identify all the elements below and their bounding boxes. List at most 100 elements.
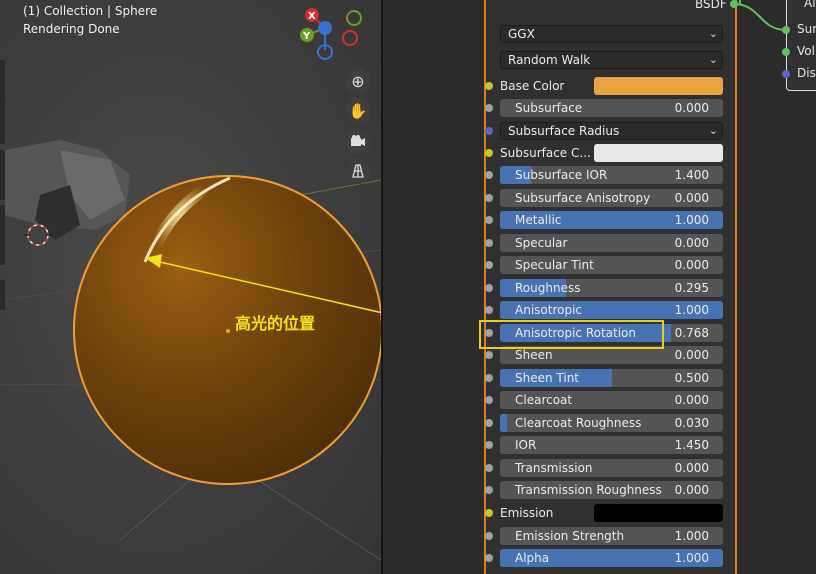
camera-icon [351, 135, 365, 146]
subsurface-label: Subsurface [515, 101, 583, 115]
roughness-socket[interactable] [485, 284, 493, 292]
z-axis-handle [318, 21, 332, 35]
specular-tint-label: Specular Tint [515, 258, 594, 272]
anisotropic-rotation-value: 0.768 [674, 326, 709, 340]
highlight-box [479, 320, 664, 349]
anisotropic-slider[interactable]: Anisotropic 1.000 [500, 301, 723, 319]
camera-view-button[interactable] [345, 128, 371, 154]
ior-socket[interactable] [485, 441, 493, 449]
clearcoat-socket[interactable] [485, 396, 493, 404]
distribution-dropdown[interactable]: GGX ⌄ [500, 25, 723, 43]
subsurface-slider[interactable]: Subsurface 0.000 [500, 99, 723, 117]
chevron-down-icon: ⌄ [708, 124, 718, 137]
subsurface-method-value: Random Walk [508, 53, 591, 67]
specular-slider[interactable]: Specular 0.000 [500, 234, 723, 252]
hand-icon: ✋ [348, 102, 368, 120]
zoom-button[interactable]: ⊕ [345, 68, 371, 94]
subsurface-color-label: Subsurface C... [500, 146, 591, 160]
bsdf-output-socket[interactable] [730, 0, 738, 8]
zoom-icon: ⊕ [351, 71, 365, 91]
metallic-value: 1.000 [674, 213, 709, 227]
transmission-roughness-slider[interactable]: Transmission Roughness 0.000 [500, 481, 723, 499]
metallic-slider[interactable]: Metallic 1.000 [500, 211, 723, 229]
3d-viewport[interactable]: (1) Collection | Sphere Rendering Done X… [0, 0, 381, 574]
subsurface-color-swatch[interactable] [594, 144, 723, 162]
subsurface-ior-label: Subsurface IOR [515, 168, 608, 182]
subsurface-value: 0.000 [674, 101, 709, 115]
metallic-label: Metallic [515, 213, 562, 227]
displacement-input-socket[interactable] [782, 70, 790, 78]
sheen-tint-socket[interactable] [485, 374, 493, 382]
specular-tint-socket[interactable] [485, 261, 493, 269]
specular-tint-slider[interactable]: Specular Tint 0.000 [500, 256, 723, 274]
specular-label: Specular [515, 236, 568, 250]
clearcoat-roughness-fill [500, 414, 507, 432]
transmission-socket[interactable] [485, 464, 493, 472]
specular-socket[interactable] [485, 239, 493, 247]
clearcoat-slider[interactable]: Clearcoat 0.000 [500, 391, 723, 409]
roughness-label: Roughness [515, 281, 581, 295]
emission-socket[interactable] [485, 509, 493, 517]
emission-strength-socket[interactable] [485, 532, 493, 540]
alpha-value: 1.000 [674, 551, 709, 565]
pan-button[interactable]: ✋ [345, 98, 371, 124]
distribution-value: GGX [508, 27, 535, 41]
clearcoat-roughness-socket[interactable] [485, 419, 493, 427]
subsurface-socket[interactable] [485, 104, 493, 112]
subsurface-anisotropy-label: Subsurface Anisotropy [515, 191, 651, 205]
neg-y-axis-handle [346, 10, 362, 26]
toolbar-edge[interactable] [0, 60, 5, 144]
transmission-roughness-socket[interactable] [485, 486, 493, 494]
toolbar-edge[interactable] [0, 280, 5, 310]
volume-input-socket[interactable] [782, 48, 790, 56]
subsurface-anisotropy-socket[interactable] [485, 194, 493, 202]
alpha-socket[interactable] [485, 554, 493, 562]
toolbar-edge[interactable] [0, 205, 5, 265]
sheen-label: Sheen [515, 348, 553, 362]
chevron-down-icon: ⌄ [708, 27, 718, 40]
subsurface-color-socket[interactable] [485, 149, 493, 157]
emission-swatch[interactable] [594, 504, 723, 522]
perspective-toggle-button[interactable] [345, 158, 371, 184]
subsurface-ior-value: 1.400 [674, 168, 709, 182]
metallic-socket[interactable] [485, 216, 493, 224]
subsurface-ior-socket[interactable] [485, 171, 493, 179]
anisotropic-label: Anisotropic [515, 303, 583, 317]
y-axis-line [299, 179, 381, 196]
sheen-value: 0.000 [674, 348, 709, 362]
surface-input-label: Surf [797, 22, 816, 36]
sheen-tint-slider[interactable]: Sheen Tint 0.500 [500, 369, 723, 387]
clearcoat-roughness-label: Clearcoat Roughness [515, 416, 642, 430]
emission-strength-slider[interactable]: Emission Strength 1.000 [500, 527, 723, 545]
transmission-slider[interactable]: Transmission 0.000 [500, 459, 723, 477]
emission-strength-value: 1.000 [674, 529, 709, 543]
base-color-swatch[interactable] [594, 77, 723, 95]
sheen-tint-value: 0.500 [674, 371, 709, 385]
transmission-roughness-value: 0.000 [674, 483, 709, 497]
surface-input-socket[interactable] [782, 26, 790, 34]
alpha-label: Alpha [515, 551, 550, 565]
subsurface-radius-socket[interactable] [485, 127, 493, 135]
subsurface-ior-slider[interactable]: Subsurface IOR 1.400 [500, 166, 723, 184]
subsurface-method-dropdown[interactable]: Random Walk ⌄ [500, 51, 723, 69]
highlight-annotation-label: 高光的位置 [235, 314, 316, 333]
object-path-label: (1) Collection | Sphere [23, 4, 158, 18]
roughness-slider[interactable]: Roughness 0.295 [500, 279, 723, 297]
specular-value: 0.000 [674, 236, 709, 250]
subsurface-radius-dropdown[interactable]: Subsurface Radius ⌄ [500, 122, 723, 140]
subsurface-anisotropy-value: 0.000 [674, 191, 709, 205]
toolbar-edge[interactable] [0, 150, 5, 200]
base-color-socket[interactable] [485, 82, 493, 90]
alpha-slider[interactable]: Alpha 1.000 [500, 549, 723, 567]
navigation-gizmo[interactable]: X Y [295, 0, 365, 60]
ior-slider[interactable]: IOR 1.450 [500, 436, 723, 454]
emission-label: Emission [500, 506, 554, 520]
displacement-input-label: Disp [797, 66, 816, 80]
sheen-socket[interactable] [485, 351, 493, 359]
clearcoat-roughness-slider[interactable]: Clearcoat Roughness 0.030 [500, 414, 723, 432]
emission-strength-label: Emission Strength [515, 529, 625, 543]
subsurface-anisotropy-slider[interactable]: Subsurface Anisotropy 0.000 [500, 189, 723, 207]
sheen-tint-label: Sheen Tint [515, 371, 580, 385]
transmission-value: 0.000 [674, 461, 709, 475]
anisotropic-socket[interactable] [485, 306, 493, 314]
